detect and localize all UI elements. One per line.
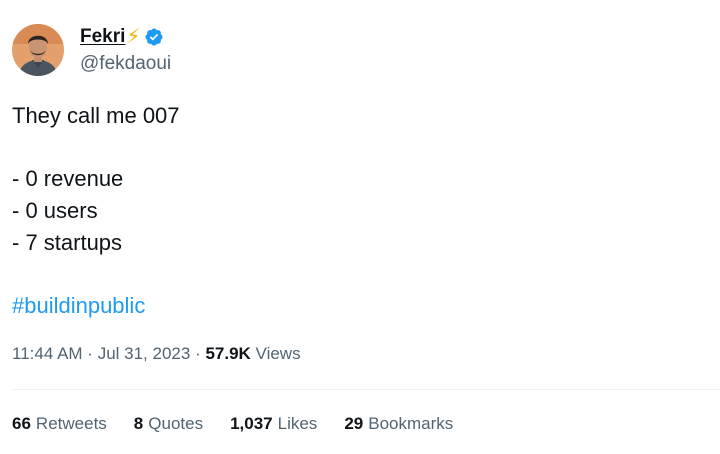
- stat-count: 1,037: [230, 414, 273, 433]
- meta-separator: ·: [82, 344, 98, 363]
- author-display-name[interactable]: Fekri: [80, 26, 125, 48]
- stat-label: Bookmarks: [368, 414, 454, 433]
- stat-label: Retweets: [35, 414, 107, 433]
- tweet-line: - 0 users: [12, 198, 98, 223]
- views-label: Views: [251, 344, 301, 364]
- stat-count: 66: [12, 414, 31, 433]
- meta-separator: ·: [190, 344, 206, 363]
- divider: [12, 389, 720, 390]
- tweet-header: Fekri ⚡ @fekdaoui: [12, 24, 171, 76]
- tweet-line: - 7 startups: [12, 230, 123, 255]
- stat-bookmarks[interactable]: 29 Bookmarks: [344, 414, 453, 434]
- avatar-image: [12, 24, 64, 76]
- stat-likes[interactable]: 1,037 Likes: [230, 414, 317, 434]
- author-names: Fekri ⚡ @fekdaoui: [80, 25, 171, 75]
- tweet-line: They call me 007: [12, 103, 180, 128]
- views-label-text: Views: [255, 344, 301, 363]
- tweet-meta: 11:44 AM · Jul 31, 2023 · 57.9K Views: [12, 344, 301, 364]
- tweet-text: They call me 007 - 0 revenue - 0 users -…: [12, 100, 702, 322]
- stat-count: 29: [344, 414, 364, 433]
- tweet-line: - 0 revenue: [12, 166, 124, 191]
- views-count: 57.9K: [205, 344, 251, 363]
- stat-count: 8: [133, 414, 144, 433]
- tweet-stats: 66 Retweets 8 Quotes 1,037 Likes 29 Book…: [12, 414, 480, 434]
- stat-retweets[interactable]: 66 Retweets: [12, 414, 107, 434]
- tweet-date[interactable]: Jul 31, 2023: [98, 344, 191, 364]
- lightning-bolt-icon: ⚡: [126, 26, 141, 48]
- stat-label: Quotes: [148, 414, 204, 433]
- stat-label: Likes: [277, 414, 318, 433]
- name-row: Fekri ⚡: [80, 25, 171, 49]
- tweet-time[interactable]: 11:44 AM: [12, 344, 83, 364]
- verified-badge-icon[interactable]: [144, 27, 164, 47]
- hashtag-link[interactable]: #buildinpublic: [12, 293, 145, 318]
- stat-quotes[interactable]: 8 Quotes: [134, 414, 203, 434]
- tweet-line-hashtag: #buildinpublic: [12, 290, 702, 322]
- author-handle[interactable]: @fekdaoui: [80, 53, 171, 75]
- avatar[interactable]: [12, 24, 64, 76]
